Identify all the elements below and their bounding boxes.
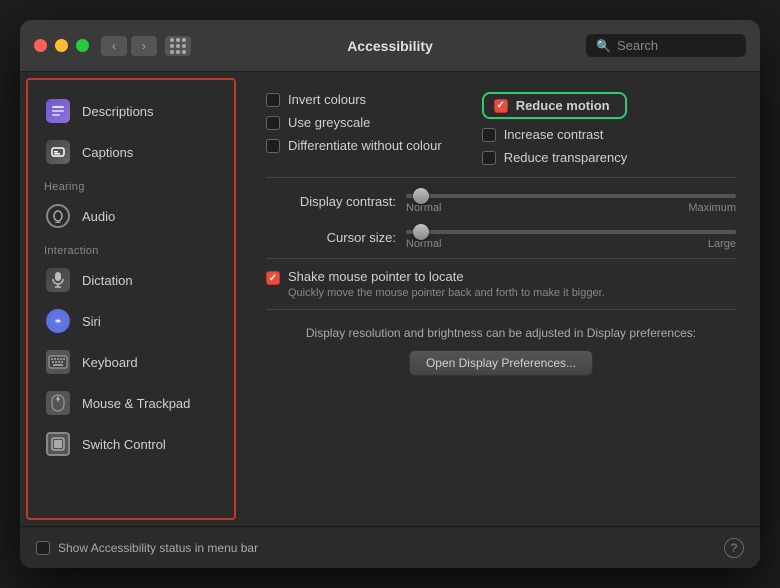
shake-mouse-row: Shake mouse pointer to locate Quickly mo… <box>266 269 736 299</box>
nav-buttons: ‹ › <box>101 36 191 56</box>
sidebar-descriptions-label: Descriptions <box>82 104 154 119</box>
sidebar: Descriptions Captions Hearing <box>26 78 236 520</box>
captions-icon <box>44 138 72 166</box>
cursor-size-label: Cursor size: <box>266 230 396 245</box>
window-title: Accessibility <box>347 38 433 54</box>
cursor-size-max-label: Large <box>708 238 736 250</box>
search-bar[interactable]: 🔍 Search <box>586 34 746 57</box>
reduce-transparency-checkbox[interactable] <box>482 151 496 165</box>
reduce-motion-label: Reduce motion <box>516 98 610 113</box>
use-greyscale-checkbox[interactable] <box>266 116 280 130</box>
increase-contrast-label: Increase contrast <box>504 127 604 142</box>
increase-contrast-item[interactable]: Increase contrast <box>482 127 628 142</box>
right-checkbox-col: Reduce motion Increase contrast Reduce t… <box>482 92 628 165</box>
sidebar-keyboard-label: Keyboard <box>82 355 138 370</box>
sidebar-captions-label: Captions <box>82 145 133 160</box>
display-contrast-label: Display contrast: <box>266 194 396 209</box>
reduce-transparency-label: Reduce transparency <box>504 150 628 165</box>
sidebar-item-descriptions[interactable]: Descriptions <box>32 91 230 131</box>
divider-2 <box>266 258 736 259</box>
sidebar-audio-label: Audio <box>82 209 115 224</box>
descriptions-icon <box>44 97 72 125</box>
show-accessibility-row[interactable]: Show Accessibility status in menu bar <box>36 541 258 555</box>
dictation-icon <box>44 266 72 294</box>
sidebar-item-keyboard[interactable]: Keyboard <box>32 342 230 382</box>
main-panel: Invert colours Use greyscale Differentia… <box>242 72 760 526</box>
cursor-size-min-label: Normal <box>406 238 441 250</box>
invert-colours-checkbox[interactable] <box>266 93 280 107</box>
help-button[interactable]: ? <box>724 538 744 558</box>
shake-mouse-description: Quickly move the mouse pointer back and … <box>288 287 605 299</box>
sidebar-item-dictation[interactable]: Dictation <box>32 260 230 300</box>
show-accessibility-label: Show Accessibility status in menu bar <box>58 541 258 555</box>
shake-mouse-checkbox[interactable] <box>266 271 280 285</box>
back-button[interactable]: ‹ <box>101 36 127 56</box>
shake-mouse-title: Shake mouse pointer to locate <box>288 269 605 284</box>
bottom-bar: Show Accessibility status in menu bar ? <box>20 526 760 568</box>
sidebar-mouse-trackpad-label: Mouse & Trackpad <box>82 396 190 411</box>
content-area: Descriptions Captions Hearing <box>20 72 760 526</box>
hearing-section-label: Hearing <box>28 173 234 195</box>
shake-mouse-text: Shake mouse pointer to locate Quickly mo… <box>288 269 605 299</box>
invert-colours-item[interactable]: Invert colours <box>266 92 442 107</box>
traffic-lights <box>34 39 89 52</box>
keyboard-icon <box>44 348 72 376</box>
differentiate-colour-item[interactable]: Differentiate without colour <box>266 138 442 153</box>
divider-3 <box>266 309 736 310</box>
sidebar-item-captions[interactable]: Captions <box>32 132 230 172</box>
titlebar: ‹ › Accessibility 🔍 Search <box>20 20 760 72</box>
reduce-transparency-item[interactable]: Reduce transparency <box>482 150 628 165</box>
display-contrast-min-label: Normal <box>406 202 441 214</box>
use-greyscale-item[interactable]: Use greyscale <box>266 115 442 130</box>
display-note: Display resolution and brightness can be… <box>266 326 736 340</box>
reduce-motion-item[interactable]: Reduce motion <box>482 92 628 119</box>
display-contrast-slider-labels: Normal Maximum <box>406 202 736 214</box>
sidebar-item-mouse-trackpad[interactable]: Mouse & Trackpad <box>32 383 230 423</box>
use-greyscale-label: Use greyscale <box>288 115 370 130</box>
display-contrast-slider-container: Normal Maximum <box>406 188 736 214</box>
close-button[interactable] <box>34 39 47 52</box>
search-placeholder: Search <box>617 38 658 53</box>
grid-button[interactable] <box>165 36 191 56</box>
invert-colours-label: Invert colours <box>288 92 366 107</box>
sidebar-item-switch-control[interactable]: Switch Control <box>32 424 230 464</box>
search-icon: 🔍 <box>596 39 611 53</box>
forward-button[interactable]: › <box>131 36 157 56</box>
show-accessibility-checkbox[interactable] <box>36 541 50 555</box>
divider-1 <box>266 177 736 178</box>
sidebar-switch-control-label: Switch Control <box>82 437 166 452</box>
display-contrast-max-label: Maximum <box>688 202 736 214</box>
sidebar-item-siri[interactable]: Siri <box>32 301 230 341</box>
open-display-preferences-button[interactable]: Open Display Preferences... <box>409 350 593 376</box>
switch-control-icon <box>44 430 72 458</box>
grid-icon <box>170 38 186 54</box>
increase-contrast-checkbox[interactable] <box>482 128 496 142</box>
cursor-size-track[interactable] <box>406 230 736 234</box>
mouse-icon <box>44 389 72 417</box>
minimize-button[interactable] <box>55 39 68 52</box>
display-contrast-thumb[interactable] <box>413 188 429 204</box>
left-checkbox-col: Invert colours Use greyscale Differentia… <box>266 92 442 165</box>
cursor-size-slider-labels: Normal Large <box>406 238 736 250</box>
audio-icon <box>44 202 72 230</box>
checkboxes-area: Invert colours Use greyscale Differentia… <box>266 92 736 165</box>
sidebar-item-audio[interactable]: Audio <box>32 196 230 236</box>
differentiate-colour-label: Differentiate without colour <box>288 138 442 153</box>
main-window: ‹ › Accessibility 🔍 Search <box>20 20 760 568</box>
interaction-section-label: Interaction <box>28 237 234 259</box>
cursor-size-row: Cursor size: Normal Large <box>266 224 736 250</box>
siri-icon <box>44 307 72 335</box>
display-contrast-track[interactable] <box>406 194 736 198</box>
cursor-size-thumb[interactable] <box>413 224 429 240</box>
sidebar-siri-label: Siri <box>82 314 101 329</box>
display-contrast-row: Display contrast: Normal Maximum <box>266 188 736 214</box>
reduce-motion-checkbox[interactable] <box>494 99 508 113</box>
differentiate-colour-checkbox[interactable] <box>266 139 280 153</box>
maximize-button[interactable] <box>76 39 89 52</box>
sidebar-dictation-label: Dictation <box>82 273 133 288</box>
cursor-size-slider-container: Normal Large <box>406 224 736 250</box>
